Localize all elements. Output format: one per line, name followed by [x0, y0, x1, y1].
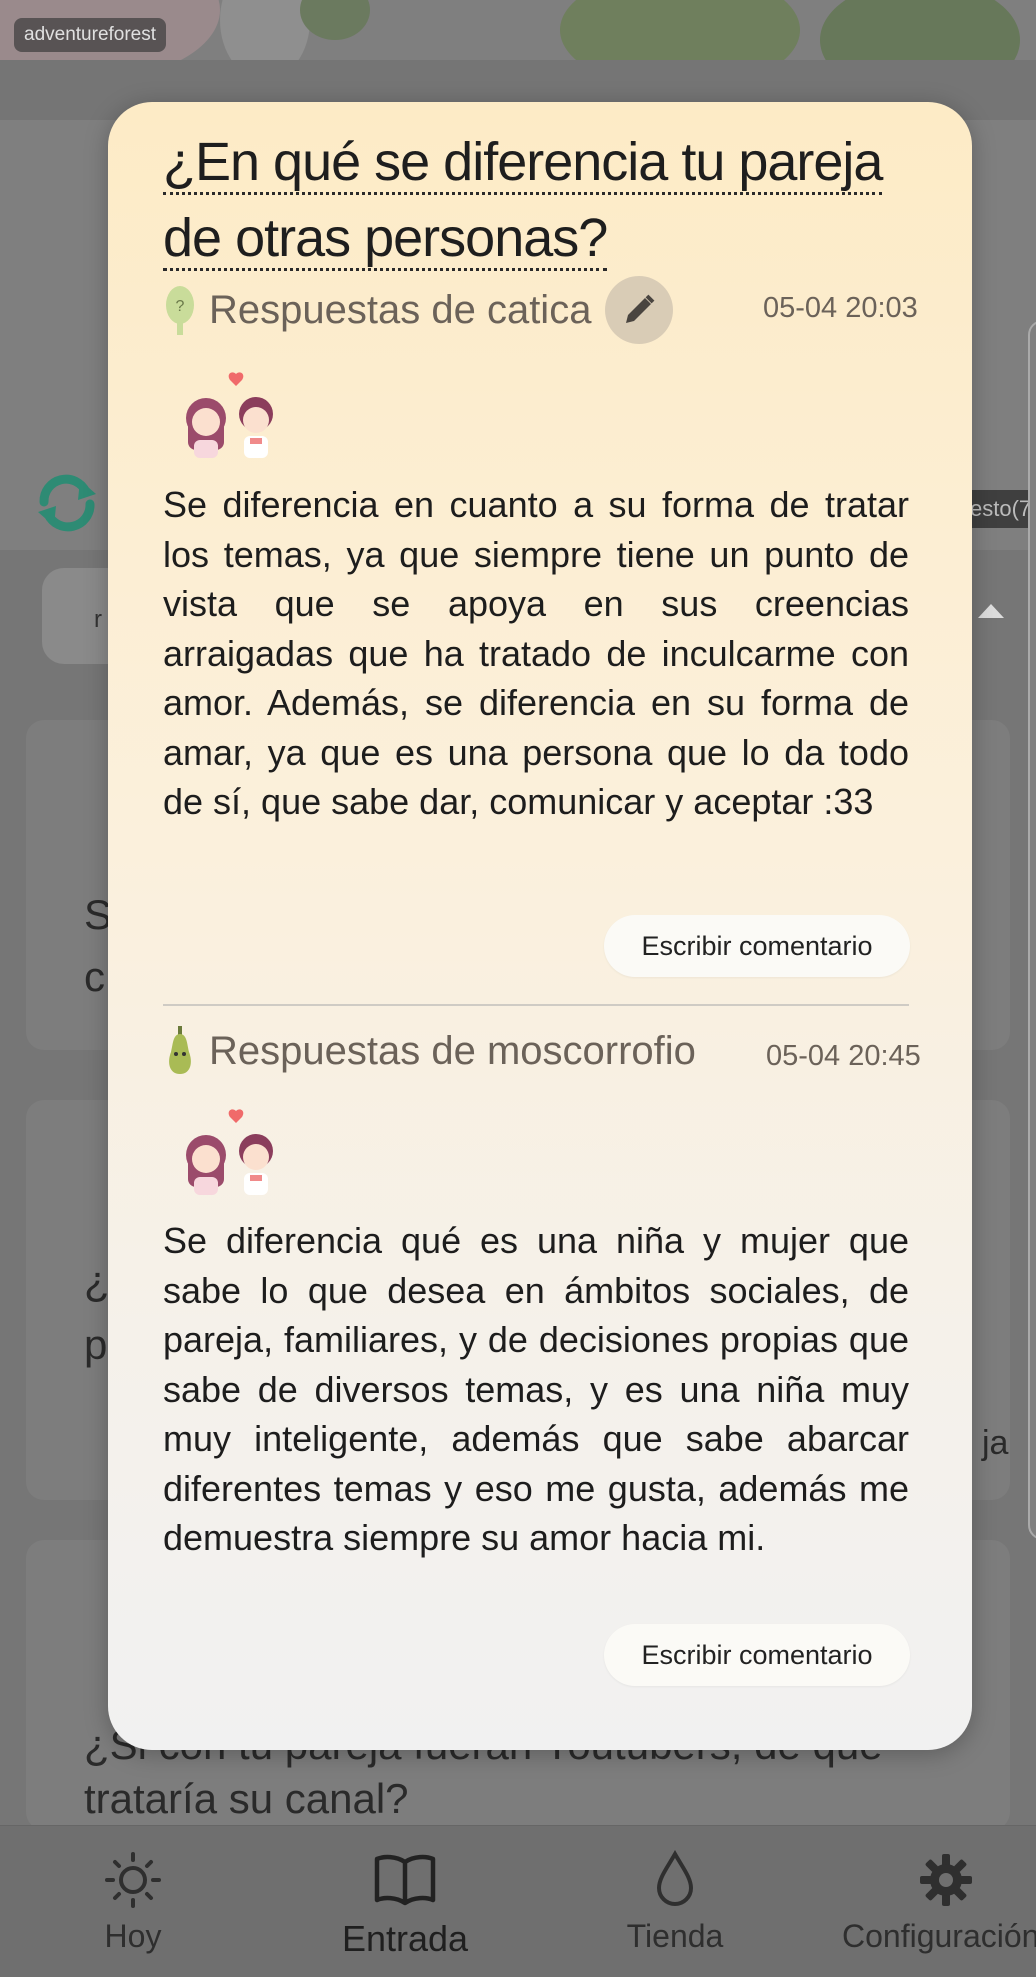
- edit-answer-button[interactable]: [605, 276, 674, 344]
- collapse-caret-icon[interactable]: [978, 604, 1004, 618]
- nav-today[interactable]: Hoy: [78, 1826, 188, 1977]
- nav-label: Entrada: [341, 1918, 469, 1959]
- question-title-line: de otras personas?: [163, 208, 608, 271]
- refresh-icon[interactable]: [30, 470, 104, 534]
- nav-entry[interactable]: Entrada: [320, 1826, 490, 1977]
- nav-label: Hoy: [104, 1918, 162, 1954]
- couple-icon: [186, 372, 273, 458]
- forest-name-tag: adventureforest: [14, 18, 167, 52]
- pencil-icon: [626, 294, 655, 323]
- write-comment-button[interactable]: Escribir comentario: [604, 915, 910, 977]
- question-modal: ¿En qué se diferencia tu pareja de otras…: [108, 102, 972, 1750]
- answer-text: Se diferencia en cuanto a su forma de tr…: [163, 484, 909, 822]
- answer-text: Se diferencia qué es una niña y mujer qu…: [163, 1220, 909, 1558]
- nav-label: Configuración: [842, 1918, 1036, 1954]
- side-panel: [1028, 320, 1036, 1540]
- response-author: Respuestas de catica: [209, 287, 592, 332]
- response-header: Respuestas de moscorrofio: [163, 1024, 696, 1078]
- question-title: ¿En qué se diferencia tu pareja de otras…: [163, 124, 883, 276]
- nav-settings[interactable]: Configuración: [840, 1826, 1036, 1977]
- entry-card-line: trataría su canal?: [84, 1775, 409, 1822]
- book-icon: [374, 1854, 436, 1906]
- write-comment-button[interactable]: Escribir comentario: [604, 1624, 910, 1686]
- drop-icon: [656, 1850, 694, 1906]
- entry-card-line: c: [84, 953, 105, 1000]
- couple-icon: [186, 1109, 273, 1195]
- entry-card-fragment: ja: [982, 1424, 1009, 1462]
- divider: [163, 1004, 909, 1006]
- response-time: 05-04 20:45: [766, 1040, 921, 1072]
- nav-label: Tienda: [626, 1918, 724, 1954]
- response-time: 05-04 20:03: [763, 292, 918, 324]
- pear-character-icon: [169, 1026, 191, 1074]
- response-header: ? Respuestas de catica: [163, 276, 674, 344]
- response-author: Respuestas de moscorrofio: [209, 1028, 696, 1073]
- entry-card-line: p: [84, 1321, 108, 1368]
- nav-shop[interactable]: Tienda: [610, 1826, 740, 1977]
- sun-icon: [105, 1852, 161, 1908]
- question-title-line: ¿En qué se diferencia tu pareja: [163, 132, 883, 195]
- gear-icon: [920, 1854, 972, 1906]
- tree-question-icon: ?: [166, 286, 194, 335]
- svg-text:?: ?: [176, 298, 185, 315]
- bottom-navigation: Hoy Entrada Tienda Configuración: [0, 1825, 1036, 1977]
